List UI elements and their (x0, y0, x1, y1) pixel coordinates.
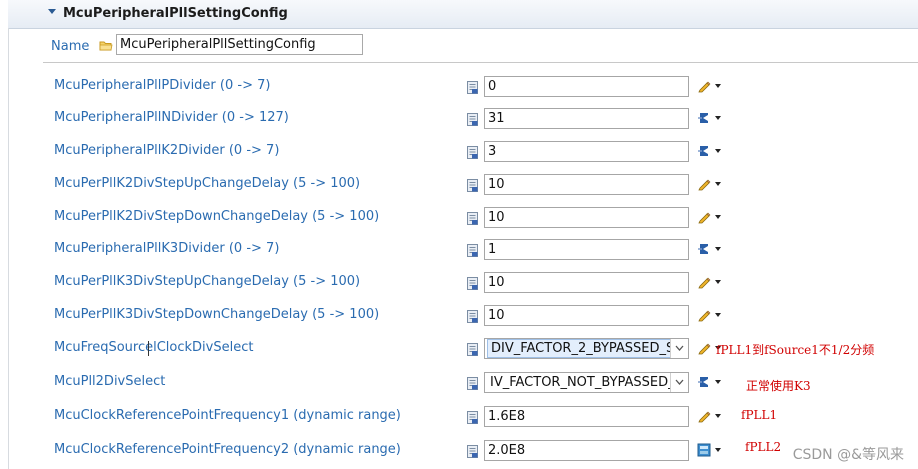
param-label: McuPeripheralPllPDivider (0 -> 7) (54, 78, 271, 93)
config-icon[interactable] (466, 179, 479, 192)
config-icon[interactable] (466, 343, 479, 356)
param-input[interactable]: 2.0E8 (484, 440, 689, 461)
pencil-icon[interactable] (697, 308, 711, 322)
config-icon[interactable] (466, 310, 479, 323)
calc-icon[interactable] (697, 443, 711, 457)
calc-icon[interactable] (697, 144, 711, 158)
section-header[interactable]: McuPeripheralPllSettingConfig (8, 0, 918, 29)
config-icon[interactable] (466, 445, 479, 458)
config-icon[interactable] (466, 212, 479, 225)
calc-icon[interactable] (697, 242, 711, 256)
pencil-icon[interactable] (697, 341, 711, 355)
param-input[interactable]: 3 (484, 141, 689, 162)
section-title: McuPeripheralPllSettingConfig (63, 6, 288, 21)
param-label: McuClockReferencePointFrequency2 (dynami… (54, 442, 401, 457)
action-dropdown-icon[interactable] (715, 149, 721, 153)
pencil-icon[interactable] (697, 79, 711, 93)
watermark: CSDN @&等风来 (792, 447, 904, 463)
param-label: McuClockReferencePointFrequency1 (dynami… (54, 408, 401, 423)
folder-icon (99, 41, 113, 51)
action-dropdown-icon[interactable] (715, 448, 721, 452)
config-icon[interactable] (466, 377, 479, 390)
config-icon[interactable] (466, 81, 479, 94)
action-dropdown-icon[interactable] (715, 182, 721, 186)
config-icon[interactable] (466, 277, 479, 290)
param-label: McuPeripheralPllNDivider (0 -> 127) (54, 110, 289, 125)
action-dropdown-icon[interactable] (715, 414, 721, 418)
annotation-note: fPLL1到fSource1不1/2分频 (716, 343, 875, 357)
param-label: McuPll2DivSelect (54, 374, 166, 389)
config-icon[interactable] (466, 113, 479, 126)
config-icon[interactable] (466, 146, 479, 159)
pencil-icon[interactable] (697, 210, 711, 224)
param-input[interactable]: 1.6E8 (484, 406, 689, 427)
dropdown-button[interactable] (670, 373, 688, 392)
action-dropdown-icon[interactable] (715, 380, 721, 384)
param-label: McuPeripheralPllK3Divider (0 -> 7) (54, 241, 280, 256)
param-label: McuPerPllK2DivStepUpChangeDelay (5 -> 10… (54, 176, 361, 191)
divider (43, 62, 918, 63)
param-input[interactable]: 10 (484, 305, 689, 326)
collapse-arrow-icon[interactable] (48, 9, 56, 14)
param-input[interactable]: 0 (484, 76, 689, 97)
dropdown-button[interactable] (670, 339, 688, 358)
pencil-icon[interactable] (697, 275, 711, 289)
config-icon[interactable] (466, 244, 479, 257)
param-select[interactable]: IV_FACTOR_NOT_BYPASSED_SEL0 (484, 372, 689, 393)
param-label: McuPeripheralPllK2Divider (0 -> 7) (54, 143, 280, 158)
annotation-note: fPLL2 (745, 440, 782, 454)
chevron-down-icon (675, 379, 684, 385)
param-label: McuPerPllK3DivStepUpChangeDelay (5 -> 10… (54, 274, 361, 289)
action-dropdown-icon[interactable] (715, 116, 721, 120)
name-input[interactable]: McuPeripheralPllSettingConfig (116, 34, 363, 55)
annotation-note: 正常使用K3 (746, 379, 811, 393)
action-dropdown-icon[interactable] (715, 84, 721, 88)
param-label: McuPerPllK2DivStepDownChangeDelay (5 -> … (54, 209, 380, 224)
panel-border (8, 28, 9, 469)
pencil-icon[interactable] (697, 409, 711, 423)
text-cursor (148, 341, 149, 356)
param-input[interactable]: 31 (484, 108, 689, 129)
annotation-note: fPLL1 (741, 408, 778, 422)
action-dropdown-icon[interactable] (715, 280, 721, 284)
action-dropdown-icon[interactable] (715, 215, 721, 219)
param-label: McuPerPllK3DivStepDownChangeDelay (5 -> … (54, 307, 380, 322)
select-value: DIV_FACTOR_2_BYPASSED_SEL1 (487, 339, 688, 358)
name-label: Name (51, 39, 90, 54)
calc-icon[interactable] (697, 375, 711, 389)
param-input[interactable]: 10 (484, 174, 689, 195)
param-input[interactable]: 1 (484, 239, 689, 260)
select-value: IV_FACTOR_NOT_BYPASSED_SEL0 (490, 375, 689, 390)
param-input[interactable]: 10 (484, 272, 689, 293)
param-select[interactable]: DIV_FACTOR_2_BYPASSED_SEL1 (484, 338, 689, 359)
config-icon[interactable] (466, 411, 479, 424)
calc-icon[interactable] (697, 111, 711, 125)
action-dropdown-icon[interactable] (715, 313, 721, 317)
param-label: McuFreqSourcelClockDivSelect (54, 340, 254, 355)
pencil-icon[interactable] (697, 177, 711, 191)
action-dropdown-icon[interactable] (715, 247, 721, 251)
chevron-down-icon (675, 345, 684, 351)
param-input[interactable]: 10 (484, 207, 689, 228)
